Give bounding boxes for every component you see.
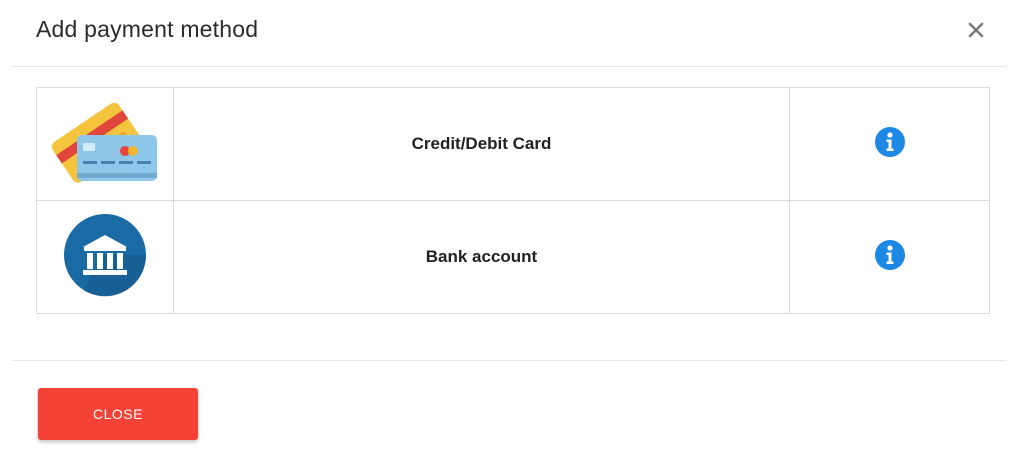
info-icon[interactable] bbox=[874, 126, 906, 158]
payment-methods-table: Credit/Debit Card Bank account bbox=[36, 87, 990, 314]
footer-divider bbox=[12, 360, 1006, 361]
method-label-bank: Bank account bbox=[173, 200, 790, 314]
close-x-icon[interactable] bbox=[964, 18, 988, 42]
method-icon-cell bbox=[36, 200, 174, 314]
info-cell bbox=[789, 87, 990, 201]
info-icon[interactable] bbox=[874, 239, 906, 271]
method-label-card: Credit/Debit Card bbox=[173, 87, 790, 201]
payment-method-row-bank[interactable]: Bank account bbox=[36, 200, 990, 314]
dialog-header: Add payment method bbox=[0, 0, 1018, 66]
bank-icon bbox=[64, 213, 147, 296]
payment-method-dialog: Add payment method Credit/Debit Card Ban… bbox=[0, 0, 1018, 452]
close-button[interactable]: CLOSE bbox=[38, 388, 198, 440]
header-divider bbox=[12, 66, 1006, 67]
credit-card-icon bbox=[51, 102, 157, 183]
dialog-title: Add payment method bbox=[36, 16, 259, 42]
method-icon-cell bbox=[36, 87, 174, 201]
info-cell bbox=[789, 200, 990, 314]
payment-method-row-card[interactable]: Credit/Debit Card bbox=[36, 87, 990, 201]
